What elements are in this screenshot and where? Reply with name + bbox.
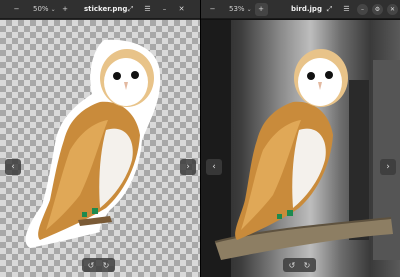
chevron-right-icon: ›: [186, 162, 190, 172]
menu-button[interactable]: ☰: [141, 3, 154, 16]
minus-icon: −: [209, 5, 216, 13]
zoom-out-button[interactable]: −: [206, 3, 219, 16]
fullscreen-button[interactable]: ⤢: [323, 3, 336, 16]
plus-icon: +: [258, 5, 265, 13]
chevron-down-icon[interactable]: ⌄: [247, 6, 252, 13]
window-title: sticker.png: [84, 5, 128, 13]
next-image-button[interactable]: ›: [380, 159, 396, 175]
rotate-left-button[interactable]: ↺: [286, 259, 298, 271]
rotate-ccw-icon: ↺: [87, 260, 95, 270]
minimize-button[interactable]: –: [357, 3, 368, 15]
settings-button[interactable]: ⚙: [372, 3, 383, 15]
headerbar-right: − 53% ⌄ + bird.jpg ⤢ ☰ – ⚙ ✕: [201, 0, 400, 19]
rotate-cw-icon: ↻: [303, 260, 311, 270]
rotate-right-button[interactable]: ↻: [301, 259, 313, 271]
fullscreen-button[interactable]: ⤢: [124, 3, 137, 16]
rotate-ccw-icon: ↺: [288, 260, 296, 270]
zoom-in-button[interactable]: +: [254, 2, 268, 16]
rotate-left-button[interactable]: ↺: [85, 259, 97, 271]
owl-sticker-image: [25, 39, 161, 249]
owl-photo-image: [201, 20, 400, 277]
zoom-in-button[interactable]: +: [59, 3, 72, 16]
close-icon: ✕: [389, 5, 396, 13]
minimize-button[interactable]: –: [158, 3, 171, 16]
close-button[interactable]: ✕: [387, 3, 398, 15]
plus-icon: +: [62, 5, 69, 13]
headerbar-left: − 50% ⌄ + sticker.png ⤢ ☰ – ✕: [0, 0, 200, 19]
zoom-level[interactable]: 53%: [229, 5, 245, 13]
menu-icon: ☰: [343, 5, 350, 13]
previous-image-button[interactable]: ‹: [206, 159, 222, 175]
image-canvas-photo[interactable]: ‹ › ↺ ↻: [201, 20, 400, 277]
rotate-toolbar-left: ↺ ↻: [82, 258, 115, 272]
next-image-button[interactable]: ›: [180, 159, 196, 175]
viewer-pane-right: − 53% ⌄ + bird.jpg ⤢ ☰ – ⚙ ✕ ‹ › ↺ ↻: [201, 0, 400, 277]
menu-icon: ☰: [144, 5, 151, 13]
rotate-cw-icon: ↻: [102, 260, 110, 270]
close-button[interactable]: ✕: [175, 3, 188, 16]
fullscreen-icon: ⤢: [326, 4, 333, 13]
chevron-left-icon: ‹: [212, 162, 216, 172]
zoom-level[interactable]: 50%: [33, 5, 49, 13]
rotate-right-button[interactable]: ↻: [100, 259, 112, 271]
menu-button[interactable]: ☰: [340, 3, 353, 16]
zoom-out-button[interactable]: −: [10, 3, 23, 16]
chevron-right-icon: ›: [386, 162, 390, 172]
chevron-left-icon: ‹: [11, 162, 15, 172]
minimize-icon: –: [361, 5, 364, 13]
window-title: bird.jpg: [291, 5, 322, 13]
close-icon: ✕: [178, 5, 185, 13]
viewer-pane-left: − 50% ⌄ + sticker.png ⤢ ☰ – ✕ ‹ › ↺ ↻: [0, 0, 200, 277]
rotate-toolbar-right: ↺ ↻: [283, 258, 316, 272]
image-canvas-transparent[interactable]: ‹ › ↺ ↻: [0, 20, 200, 277]
settings-icon: ⚙: [374, 5, 381, 13]
previous-image-button[interactable]: ‹: [5, 159, 21, 175]
minimize-icon: –: [162, 5, 167, 13]
fullscreen-icon: ⤢: [127, 4, 134, 13]
minus-icon: −: [13, 5, 20, 13]
chevron-down-icon[interactable]: ⌄: [51, 6, 56, 13]
